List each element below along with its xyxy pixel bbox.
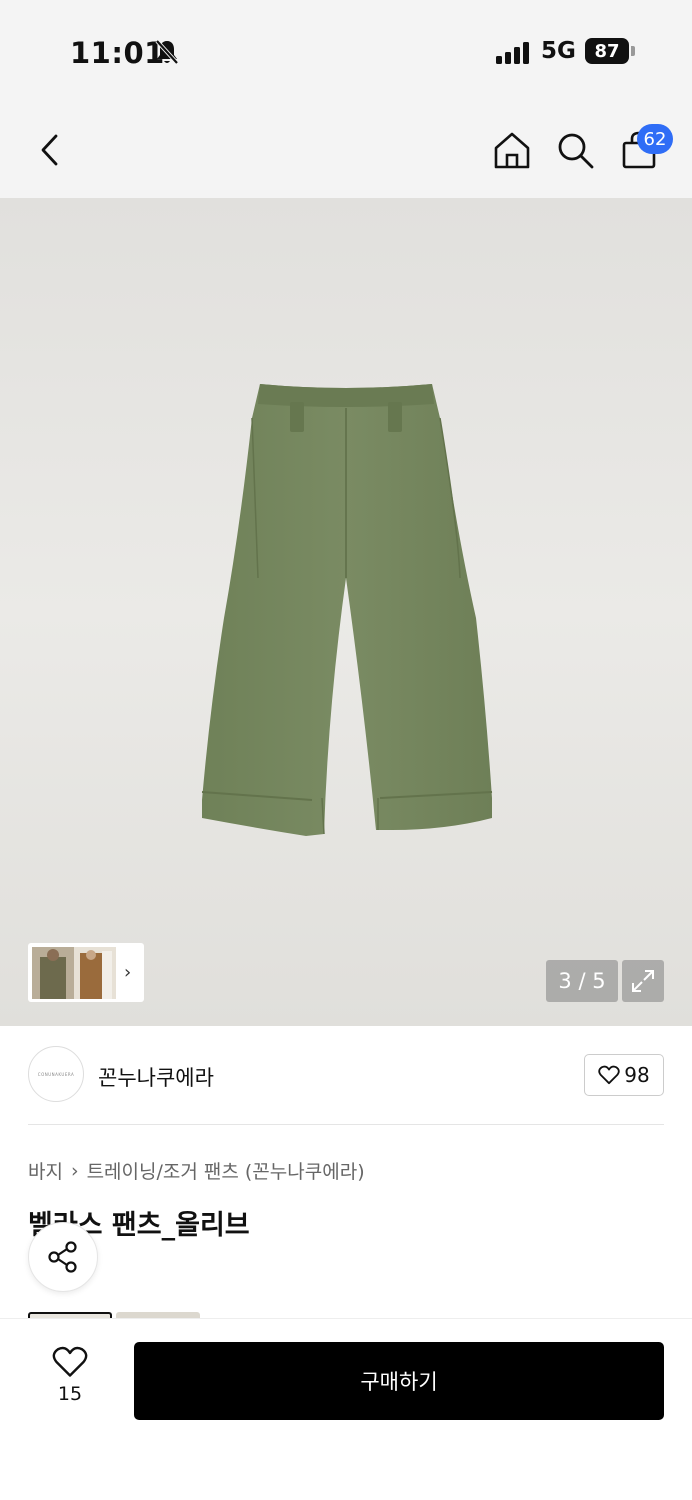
buy-button[interactable]: 구매하기	[134, 1342, 664, 1420]
breadcrumb-category[interactable]: 바지	[28, 1157, 63, 1184]
expand-icon[interactable]	[622, 960, 664, 1002]
wishlist-count: 15	[57, 1383, 83, 1405]
cart-count-badge: 62	[637, 124, 673, 154]
brand-like-button[interactable]: 98	[584, 1054, 664, 1096]
network-label: 5G	[541, 38, 576, 64]
back-icon[interactable]	[28, 128, 72, 172]
signal-icon	[496, 42, 532, 64]
product-image-gallery[interactable]: › 3 / 5	[0, 198, 692, 1026]
breadcrumb-subcategory[interactable]: 트레이닝/조거 팬츠 (꼰누나쿠에라)	[87, 1157, 365, 1184]
chevron-right-icon: ›	[70, 1159, 79, 1182]
search-icon[interactable]	[553, 128, 597, 172]
bell-off-icon	[154, 38, 180, 66]
share-icon	[48, 1241, 77, 1273]
chevron-right-icon: ›	[124, 962, 132, 983]
brand-row[interactable]: CONUNAKUERA 꼰누나쿠에라 98	[28, 1046, 664, 1104]
image-counter: 3 / 5	[546, 960, 618, 1002]
bottom-action-bar: 15 구매하기	[0, 1318, 692, 1500]
status-bar: 11:01 5G 87	[0, 0, 692, 100]
heart-icon	[52, 1346, 88, 1377]
styling-thumbnail-strip[interactable]: ›	[28, 943, 144, 1002]
styling-thumbnail	[32, 946, 116, 999]
home-icon[interactable]	[490, 128, 534, 172]
product-image	[201, 384, 493, 836]
wishlist-button[interactable]: 15	[40, 1345, 100, 1415]
battery-cap	[631, 46, 635, 56]
brand-name[interactable]: 꼰누나쿠에라	[98, 1062, 214, 1092]
status-time: 11:01	[70, 36, 165, 70]
divider	[28, 1124, 664, 1125]
share-button[interactable]	[28, 1222, 98, 1292]
top-nav	[0, 100, 692, 198]
breadcrumb: 바지 › 트레이닝/조거 팬츠 (꼰누나쿠에라)	[28, 1157, 365, 1184]
brand-logo-text: CONUNAKUERA	[37, 1071, 75, 1077]
battery-indicator: 87	[585, 38, 629, 64]
brand-like-count: 98	[624, 1063, 650, 1087]
brand-logo[interactable]: CONUNAKUERA	[28, 1046, 84, 1102]
heart-icon	[598, 1065, 620, 1085]
